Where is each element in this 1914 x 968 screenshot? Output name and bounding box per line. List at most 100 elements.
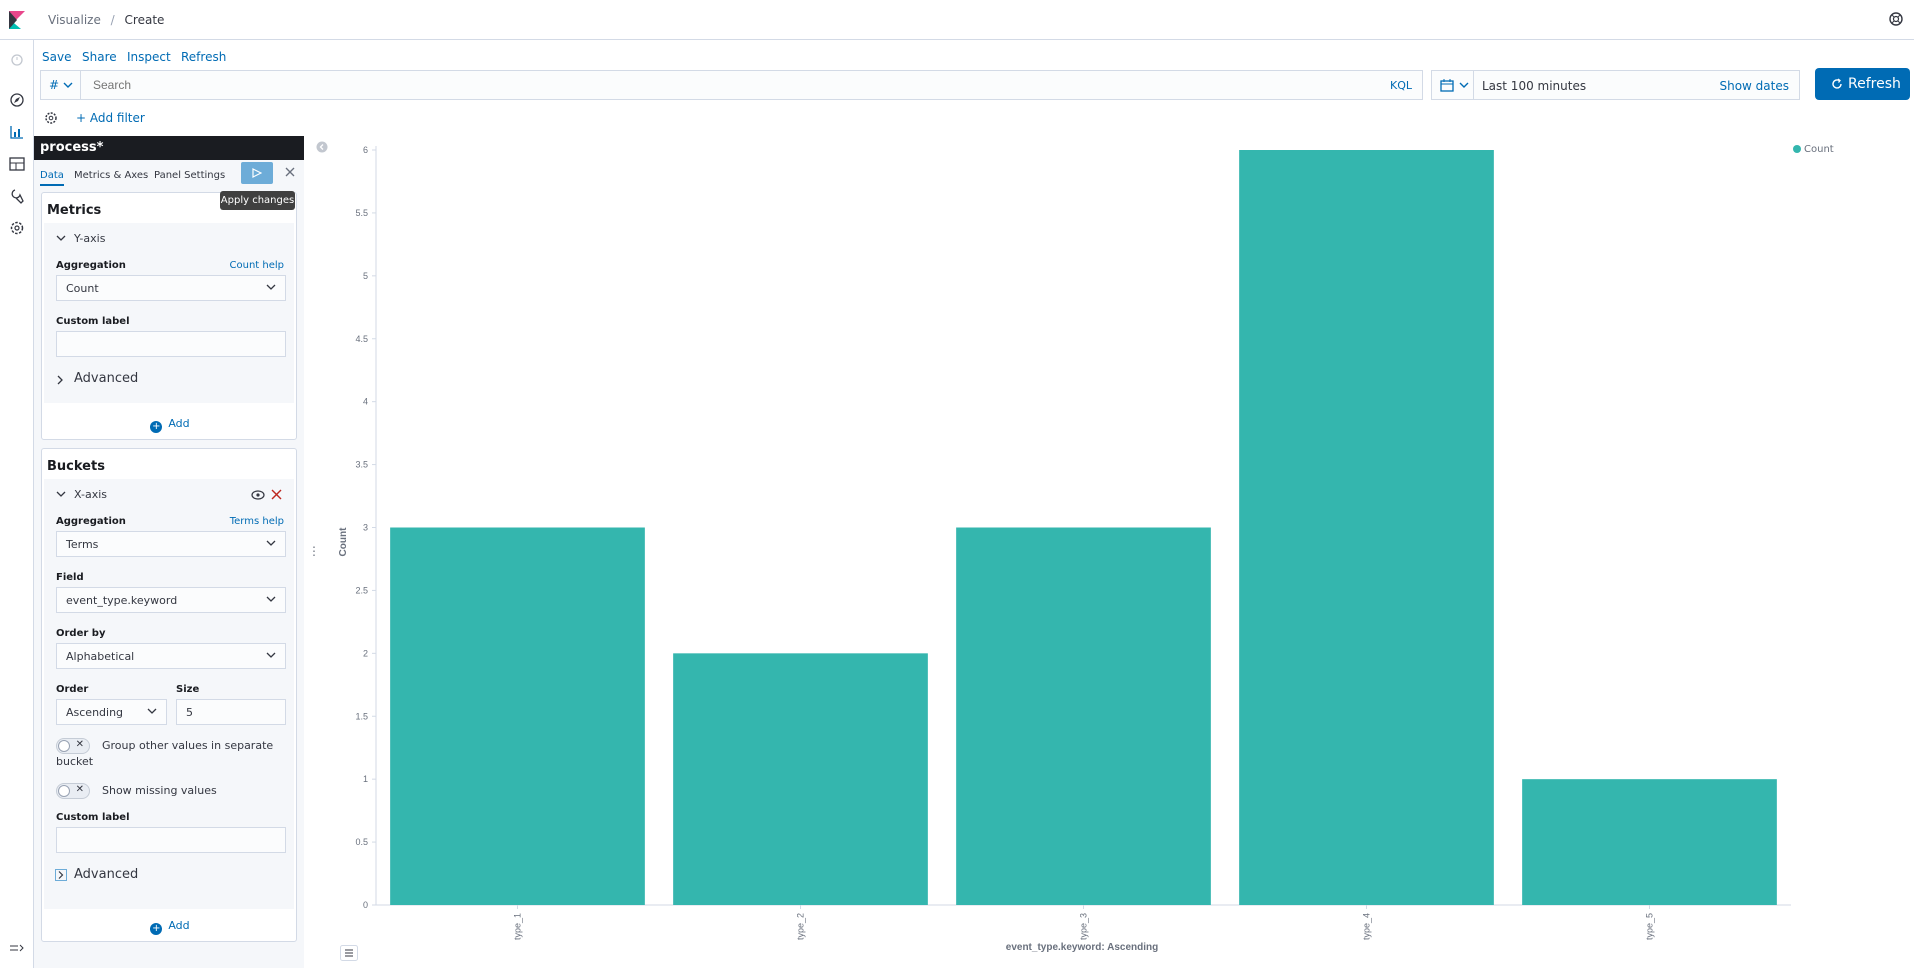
aggregation-select[interactable]: Count xyxy=(56,275,286,301)
order-value: Ascending xyxy=(66,706,124,719)
quick-select-button[interactable] xyxy=(1432,71,1474,99)
custom-label-input[interactable] xyxy=(56,331,286,357)
y-tick-label: 2 xyxy=(363,648,368,658)
order-by-label: Order by xyxy=(56,628,106,639)
add-filter-button[interactable]: + Add filter xyxy=(76,111,145,125)
bar-type_4[interactable] xyxy=(1239,150,1494,905)
add-metric-button[interactable]: + Add xyxy=(42,417,298,433)
legend-toggle-icon[interactable] xyxy=(340,945,358,961)
remove-icon[interactable] xyxy=(271,489,282,500)
expand-nav-icon[interactable] xyxy=(8,940,26,958)
breadcrumb-create: Create xyxy=(124,13,165,27)
x-tick-label: type_2 xyxy=(796,913,806,940)
bucket-advanced-toggle[interactable]: Advanced xyxy=(74,867,138,882)
share-button[interactable]: Share xyxy=(82,50,117,64)
aggregation-label: Aggregation xyxy=(56,516,126,527)
x-tick-label: type_1 xyxy=(513,913,523,940)
x-axis-label[interactable]: X-axis xyxy=(74,488,107,501)
visualize-icon[interactable] xyxy=(8,123,26,141)
chevron-down-icon xyxy=(266,284,276,290)
bucket-aggregation-select[interactable]: Terms xyxy=(56,531,286,557)
bar-type_1[interactable] xyxy=(390,527,645,906)
bucket-aggregation-value: Terms xyxy=(66,538,99,551)
inspect-button[interactable]: Inspect xyxy=(127,50,171,64)
time-range-label[interactable]: Last 100 minutes xyxy=(1482,79,1586,93)
aggregation-label: Aggregation xyxy=(56,260,126,271)
y-tick-label: 0 xyxy=(363,900,368,910)
chevron-down-icon[interactable] xyxy=(56,235,66,243)
bar-chart: Count event_type.keyword: Ascending 0 0.5… xyxy=(338,145,1791,953)
field-value: event_type.keyword xyxy=(66,594,178,607)
plus-icon: + xyxy=(150,923,163,935)
chevron-down-icon[interactable] xyxy=(56,491,66,499)
legend-item-count[interactable]: Count xyxy=(1793,144,1834,155)
eye-icon[interactable] xyxy=(251,490,265,500)
field-label: Field xyxy=(56,572,84,583)
add-bucket-label: Add xyxy=(168,919,190,932)
tab-data[interactable]: Data xyxy=(40,170,64,186)
collapse-sidebar-icon[interactable] xyxy=(316,138,328,157)
field-select[interactable]: event_type.keyword xyxy=(56,587,286,613)
refresh-button[interactable]: Refresh xyxy=(1815,68,1910,100)
group-other-label: Group other values in separate bucket xyxy=(56,739,274,768)
y-tick-label: 6 xyxy=(363,145,368,155)
apply-changes-button[interactable] xyxy=(241,162,273,184)
help-icon[interactable] xyxy=(1888,11,1904,31)
visualization-editor-sidebar: process* Data Metrics & Axes Panel Setti… xyxy=(34,136,304,968)
terms-help-link[interactable]: Terms help xyxy=(230,516,284,527)
order-by-value: Alphabetical xyxy=(66,650,135,663)
x-axis-accordion: X-axis Aggregation Terms help Terms Fiel… xyxy=(44,479,294,909)
search-input[interactable] xyxy=(93,78,1093,92)
bucket-custom-label-input[interactable] xyxy=(56,827,286,853)
chevron-right-icon[interactable] xyxy=(56,375,64,385)
kibana-logo[interactable] xyxy=(0,0,34,40)
plus-icon: + xyxy=(150,421,163,433)
play-icon xyxy=(252,168,262,178)
bar-type_5[interactable] xyxy=(1522,779,1777,905)
legend-label: Count xyxy=(1804,144,1834,155)
management-gear-icon[interactable] xyxy=(8,219,26,237)
order-select[interactable]: Ascending xyxy=(56,699,167,725)
menu-refresh-button[interactable]: Refresh xyxy=(181,50,226,64)
aggregation-value: Count xyxy=(66,282,99,295)
order-by-select[interactable]: Alphabetical xyxy=(56,643,286,669)
chevron-down-icon xyxy=(147,708,157,714)
x-tick-label: type_3 xyxy=(1079,913,1089,940)
x-tick-label: type_4 xyxy=(1362,913,1372,940)
x-tick-label: type_5 xyxy=(1645,913,1655,940)
time-picker: Last 100 minutes Show dates xyxy=(1431,70,1800,100)
refresh-button-label: Refresh xyxy=(1848,76,1901,92)
add-bucket-button[interactable]: + Add xyxy=(42,919,298,935)
discard-changes-button[interactable] xyxy=(282,164,298,180)
show-dates-link[interactable]: Show dates xyxy=(1719,79,1789,93)
query-language-toggle[interactable]: KQL xyxy=(1390,79,1412,92)
y-tick-label: 3.5 xyxy=(355,460,368,470)
discover-icon[interactable] xyxy=(8,91,26,109)
bar-type_3[interactable] xyxy=(956,527,1211,906)
tab-panel-settings[interactable]: Panel Settings xyxy=(154,170,225,181)
size-input[interactable]: 5 xyxy=(176,699,286,725)
advanced-toggle[interactable]: Advanced xyxy=(74,371,138,386)
show-missing-label: Show missing values xyxy=(102,784,217,797)
y-axis-label[interactable]: Y-axis xyxy=(74,232,105,245)
breadcrumb-visualize[interactable]: Visualize xyxy=(48,13,101,27)
recently-viewed-icon[interactable] xyxy=(8,51,26,69)
bar-type_2[interactable] xyxy=(673,653,928,905)
resize-handle[interactable]: ⋮ xyxy=(308,544,320,558)
top-header: Visualize / Create xyxy=(0,0,1914,40)
count-help-link[interactable]: Count help xyxy=(230,260,285,271)
y-tick-label: 4.5 xyxy=(355,334,368,344)
filter-options-gear-icon[interactable] xyxy=(44,111,58,125)
chevron-down-icon xyxy=(266,596,276,602)
chevron-right-icon[interactable] xyxy=(55,869,67,881)
saved-query-hash: # xyxy=(49,78,60,92)
saved-query-menu[interactable]: # xyxy=(41,71,81,99)
y-tick-label: 2.5 xyxy=(355,585,368,595)
tab-metrics-axes[interactable]: Metrics & Axes xyxy=(74,170,148,181)
dashboard-icon[interactable] xyxy=(8,155,26,173)
save-button[interactable]: Save xyxy=(42,50,71,64)
dev-tools-icon[interactable] xyxy=(8,187,26,205)
metrics-title: Metrics xyxy=(47,203,102,218)
query-bar: # KQL xyxy=(40,70,1423,100)
order-label: Order xyxy=(56,684,89,695)
